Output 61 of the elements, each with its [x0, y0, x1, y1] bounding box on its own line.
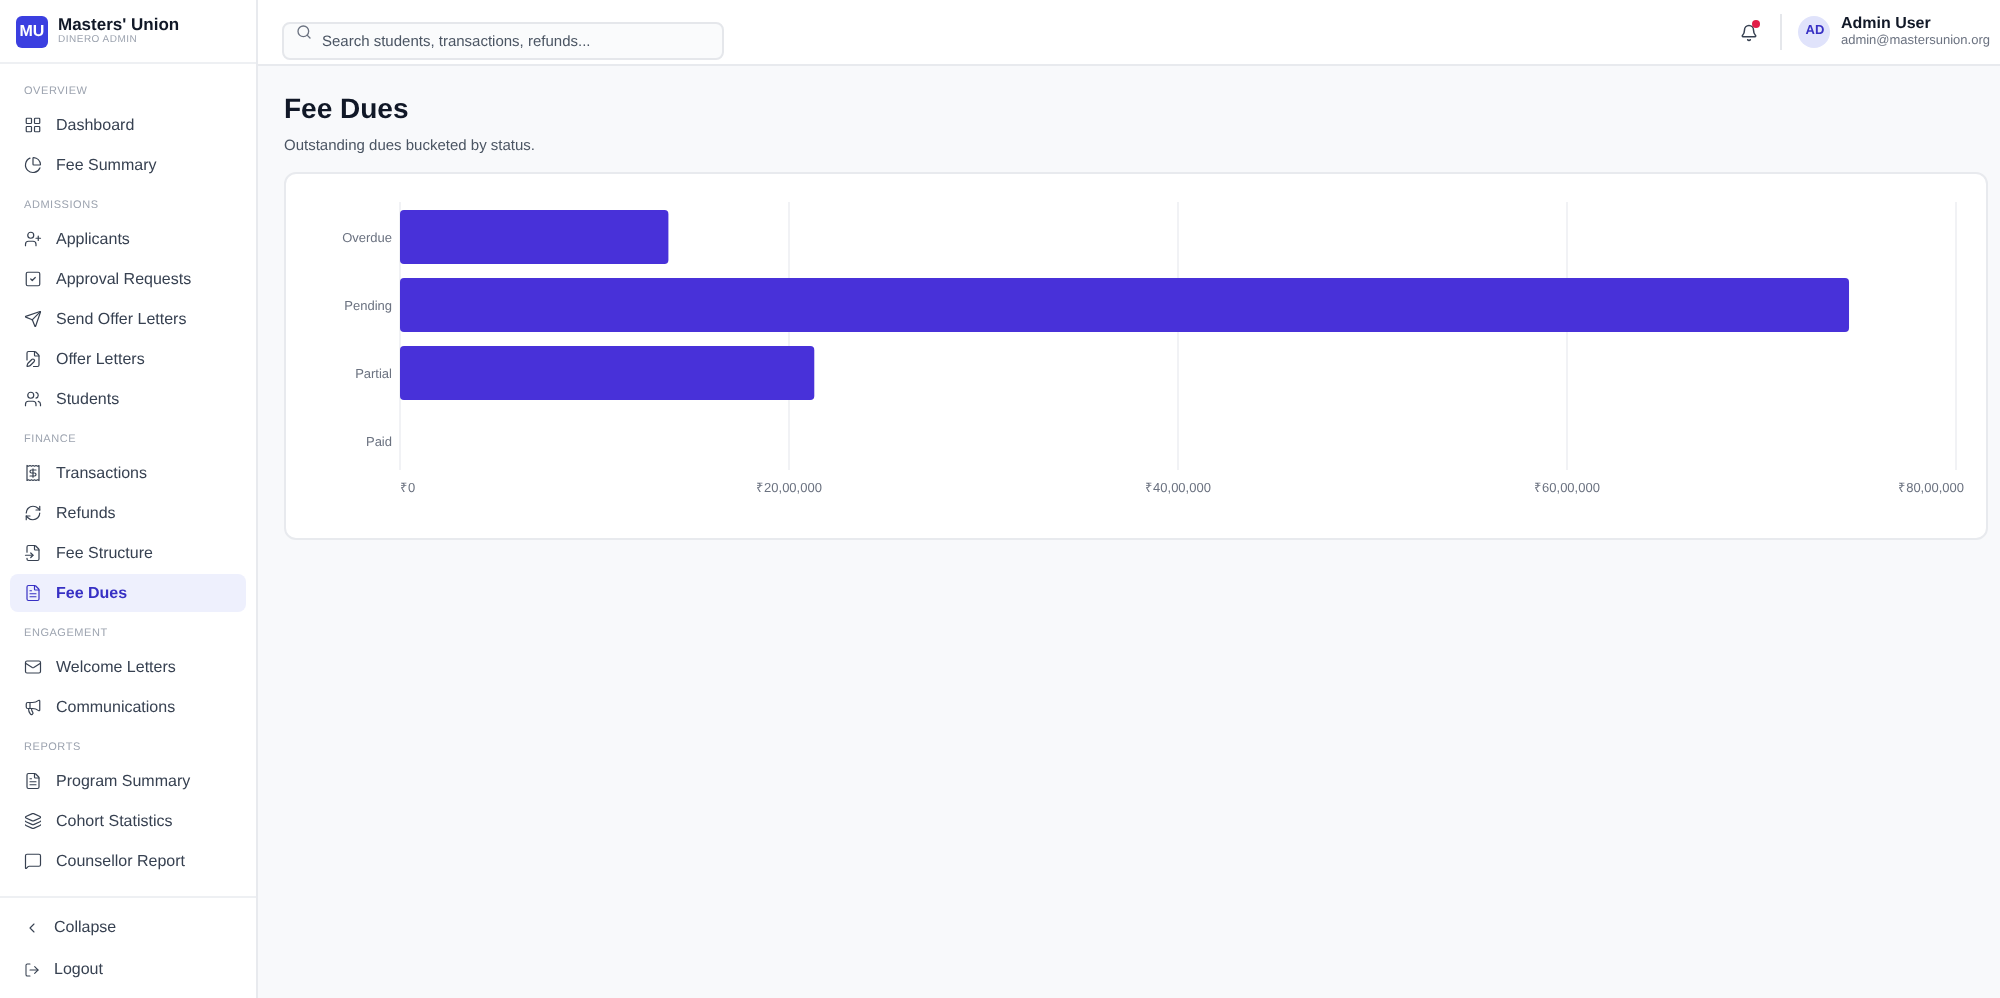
nav-item[interactable]: Approval Requests: [10, 260, 246, 298]
document-icon: [24, 584, 42, 602]
nav-label: Offer Letters: [56, 347, 145, 371]
nav-label: Cohort Statistics: [56, 809, 173, 833]
nav-label: Welcome Letters: [56, 655, 176, 679]
search-icon: [296, 24, 312, 40]
collapse-button[interactable]: Collapse: [10, 908, 246, 946]
page-title: Fee Dues: [284, 92, 411, 127]
mail-icon: [24, 658, 42, 676]
users-icon: [24, 390, 42, 408]
nav-label: Program Summary: [56, 769, 191, 793]
nav-label: Students: [56, 387, 120, 411]
receipt-icon: [24, 464, 42, 482]
nav-label: Fee Dues: [56, 581, 128, 605]
nav-item[interactable]: Applicants: [10, 220, 246, 258]
nav-label: Applicants: [56, 227, 130, 251]
nav-label: Send Offer Letters: [56, 307, 187, 331]
document-icon: [24, 772, 42, 790]
nav-item[interactable]: Refunds: [10, 494, 246, 532]
brand-name: Masters' Union: [58, 15, 180, 33]
nav-item[interactable]: Program Summary: [10, 762, 246, 800]
layers-icon: [24, 812, 42, 830]
user-name: Admin User: [1840, 13, 1933, 34]
nav-item[interactable]: Cohort Statistics: [10, 802, 246, 840]
nav-label: Refunds: [56, 501, 116, 525]
nav-item[interactable]: Welcome Letters: [10, 648, 246, 686]
logout-button[interactable]: Logout: [10, 950, 246, 988]
nav-item[interactable]: Counsellor Report: [10, 842, 246, 880]
bell-icon: [1739, 23, 1758, 41]
nav-item[interactable]: Communications: [10, 688, 246, 726]
footer-label: Collapse: [54, 915, 117, 939]
file-edit-icon: [24, 350, 42, 368]
nav-label: Fee Summary: [56, 153, 157, 177]
user-plus-icon: [24, 230, 42, 248]
footer-label: Logout: [54, 957, 103, 981]
nav-label: Transactions: [56, 461, 147, 485]
grid-icon: [24, 116, 42, 134]
send-icon: [24, 310, 42, 328]
chevron-left-icon: [24, 919, 40, 935]
nav-item[interactable]: Transactions: [10, 454, 246, 492]
refresh-icon: [24, 504, 42, 522]
nav-item[interactable]: Offer Letters: [10, 340, 246, 378]
megaphone-icon: [24, 698, 42, 716]
checkbox-icon: [24, 270, 42, 288]
pie-chart-icon: [24, 156, 42, 174]
nav-item[interactable]: Dashboard: [10, 106, 246, 144]
nav-label: Fee Structure: [56, 541, 153, 565]
nav-label: Counsellor Report: [56, 849, 185, 873]
nav-label: Dashboard: [56, 113, 135, 137]
nav-item[interactable]: Students: [10, 380, 246, 418]
chat-icon: [24, 852, 42, 870]
nav-item[interactable]: Send Offer Letters: [10, 300, 246, 338]
file-arrow-icon: [24, 544, 42, 562]
nav-item[interactable]: Fee Structure: [10, 534, 246, 572]
logo: MU: [16, 15, 48, 47]
nav-label: Approval Requests: [56, 267, 192, 291]
nav-item[interactable]: Fee Summary: [10, 146, 246, 184]
nav-label: Communications: [56, 695, 176, 719]
nav-item[interactable]: Fee Dues: [10, 574, 246, 612]
logout-icon: [24, 961, 40, 977]
notification-button[interactable]: [1736, 20, 1761, 44]
